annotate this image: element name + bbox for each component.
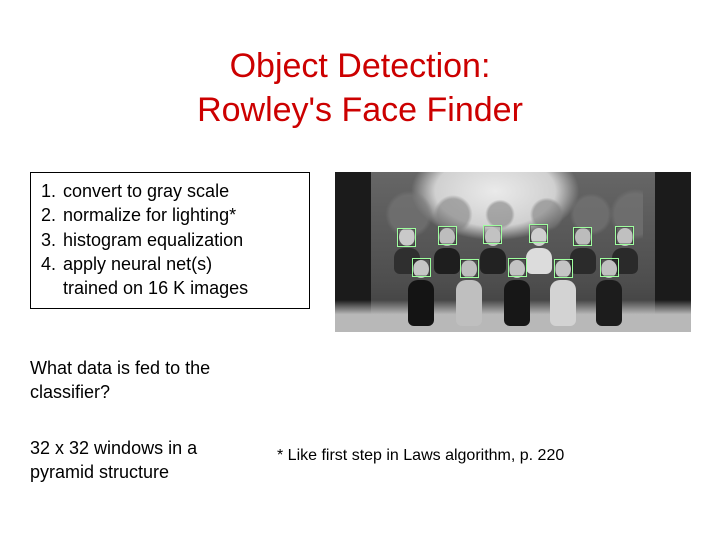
step-1: 1.convert to gray scale xyxy=(41,179,299,203)
step-3-text: histogram equalization xyxy=(63,230,243,250)
title-line-2: Rowley's Face Finder xyxy=(197,91,523,129)
answer-text: 32 x 32 windows in a pyramid structure xyxy=(30,436,260,485)
step-2-num: 2. xyxy=(41,203,63,227)
steps-box: 1.convert to gray scale 2.normalize for … xyxy=(30,172,310,309)
example-image xyxy=(335,172,691,332)
footnote-text: * Like first step in Laws algorithm, p. … xyxy=(277,447,697,465)
face-bbox xyxy=(554,259,573,278)
face-bbox xyxy=(412,258,431,277)
step-4-text: apply neural net(s) xyxy=(63,254,212,274)
face-bbox xyxy=(438,226,457,245)
question-text: What data is fed to the classifier? xyxy=(30,356,260,405)
step-3: 3.histogram equalization xyxy=(41,228,299,252)
face-bbox xyxy=(600,258,619,277)
face-bbox xyxy=(483,225,502,244)
face-bbox xyxy=(508,258,527,277)
face-bbox xyxy=(529,224,548,243)
step-2-text: normalize for lighting* xyxy=(63,205,236,225)
face-bbox xyxy=(460,259,479,278)
slide-title: Object Detection: Rowley's Face Finder xyxy=(0,44,720,132)
step-4-num: 4. xyxy=(41,252,63,276)
step-3-num: 3. xyxy=(41,228,63,252)
slide: Object Detection: Rowley's Face Finder 1… xyxy=(0,0,720,540)
face-bbox xyxy=(573,227,592,246)
step-1-text: convert to gray scale xyxy=(63,181,229,201)
step-1-num: 1. xyxy=(41,179,63,203)
step-4: 4.apply neural net(s) xyxy=(41,252,299,276)
step-4-cont: trained on 16 K images xyxy=(41,276,299,300)
face-bbox xyxy=(397,228,416,247)
title-line-1: Object Detection: xyxy=(230,47,491,85)
face-bbox xyxy=(615,226,634,245)
step-2: 2.normalize for lighting* xyxy=(41,203,299,227)
